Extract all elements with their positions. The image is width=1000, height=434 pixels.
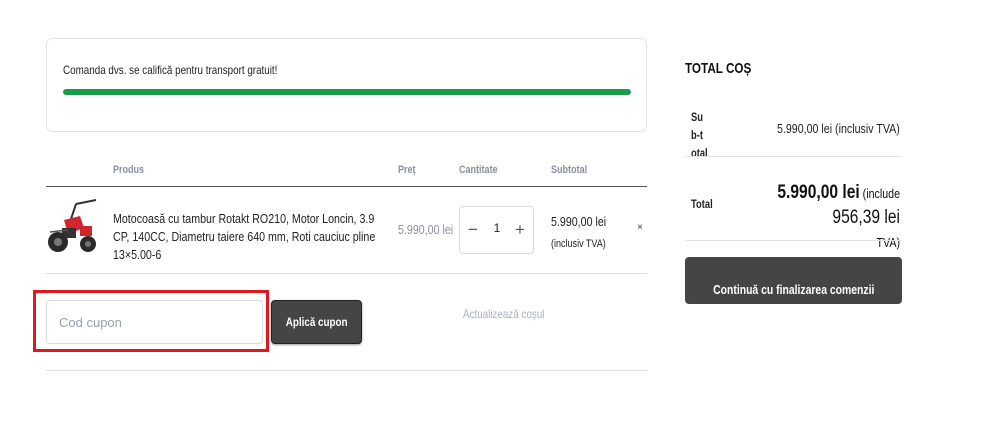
grand-total: 5.990,00 lei (include 956,39 lei TVA) (735, 181, 900, 255)
remove-item-icon[interactable]: × (637, 222, 643, 233)
shipping-progress-fill (63, 89, 631, 95)
row-divider (46, 273, 647, 274)
tiller-machine-image[interactable] (46, 198, 100, 256)
table-header-divider (46, 186, 647, 187)
proceed-to-checkout-button[interactable]: Continuă cu finalizarea comenzii (685, 257, 902, 304)
item-subtotal: 5.990,00 lei (inclusiv TVA) (551, 211, 606, 255)
coupon-code-input[interactable] (46, 300, 263, 344)
free-shipping-text: Comanda dvs. se califică pentru transpor… (63, 63, 278, 77)
column-header-subtotal: Subtotal (551, 164, 588, 176)
update-cart-button[interactable]: Actualizează coșul (463, 307, 545, 321)
subtotal-value: 5.990,00 lei (inclusiv TVA) (777, 121, 900, 136)
item-subtotal-note: (inclusiv TVA) (551, 238, 606, 250)
apply-coupon-label: Aplică cupon (285, 315, 348, 329)
column-header-product: Produs (113, 164, 145, 176)
quantity-decrease-button[interactable]: − (464, 219, 482, 241)
shipping-progress-bar (63, 89, 631, 95)
grand-total-tax-suffix: TVA) (876, 235, 900, 250)
subtotal-label: Sub-total (691, 110, 708, 160)
quantity-stepper: − + (459, 206, 534, 254)
product-price: 5.990,00 lei (398, 222, 454, 237)
actions-divider (46, 370, 647, 371)
quantity-input[interactable] (484, 221, 510, 235)
grand-total-amount: 5.990,00 lei (777, 182, 860, 203)
free-shipping-notice: Comanda dvs. se califică pentru transpor… (46, 38, 647, 132)
grand-total-tax: 956,39 lei (832, 207, 900, 228)
checkout-label: Continuă cu finalizarea comenzii (712, 282, 875, 297)
totals-divider (685, 156, 902, 157)
totals-divider (685, 240, 902, 241)
item-subtotal-value: 5.990,00 lei (551, 214, 607, 229)
grand-total-incl: (include (862, 186, 900, 201)
product-name-link[interactable]: Motocoasă cu tambur Rotakt RO210, Motor … (113, 210, 384, 264)
apply-coupon-button[interactable]: Aplică cupon (271, 300, 362, 344)
quantity-increase-button[interactable]: + (511, 219, 529, 241)
column-header-price: Preț (398, 164, 416, 176)
total-label: Total (691, 197, 713, 211)
column-header-quantity: Cantitate (459, 164, 498, 176)
cart-totals-title: TOTAL COȘ (685, 60, 752, 77)
